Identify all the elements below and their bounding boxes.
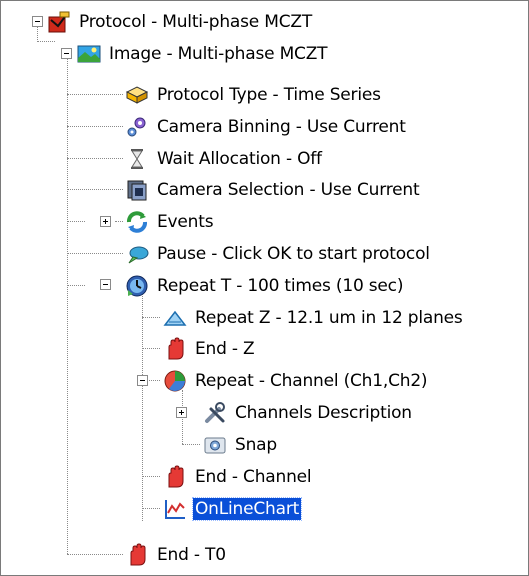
- repeat-z-icon: [163, 306, 187, 330]
- collapse-repeat-t-toggle[interactable]: [100, 279, 111, 290]
- tree-node-label: Camera Selection - Use Current: [157, 179, 420, 200]
- tree-node-end-z[interactable]: End - Z: [163, 333, 257, 364]
- tree-node-label: Camera Binning - Use Current: [157, 116, 406, 137]
- stop-hand-icon: [125, 542, 149, 567]
- tree-line: [67, 48, 68, 554]
- tree-node-image[interactable]: Image - Multi-phase MCZT: [77, 38, 329, 69]
- tree-line: [67, 189, 123, 190]
- image-icon: [77, 42, 101, 66]
- tree-node-repeat-channel[interactable]: Repeat - Channel (Ch1,Ch2): [163, 365, 429, 396]
- repeat-time-icon: [125, 274, 149, 298]
- stop-hand-icon: [163, 464, 187, 489]
- collapse-protocol-toggle[interactable]: [32, 16, 43, 27]
- tree-node-end-t0[interactable]: End - T0: [125, 539, 228, 570]
- tree-line: [182, 444, 200, 445]
- tree-node-pause[interactable]: Pause - Click OK to start protocol: [125, 238, 432, 269]
- tree-node-label: Image - Multi-phase MCZT: [109, 43, 328, 64]
- tree-node-events[interactable]: Events: [125, 206, 215, 237]
- tree-node-repeat-t[interactable]: Repeat T - 100 times (10 sec): [125, 270, 405, 301]
- tree-line: [142, 348, 160, 349]
- repeat-channel-icon: [163, 369, 187, 393]
- expand-events-toggle[interactable]: [100, 216, 111, 227]
- tree-line: [142, 508, 160, 509]
- protocol-tree-panel: Protocol - Multi-phase MCZT Image - Mult…: [0, 0, 529, 576]
- tree-node-repeat-z[interactable]: Repeat Z - 12.1 um in 12 planes: [163, 302, 465, 333]
- hourglass-icon: [125, 147, 149, 171]
- tree-line: [115, 221, 123, 222]
- tree-node-camera-binning[interactable]: Camera Binning - Use Current: [125, 111, 408, 142]
- camera-binning-icon: [125, 115, 149, 139]
- tree-node-end-channel[interactable]: End - Channel: [163, 461, 313, 492]
- tree-line: [67, 253, 123, 254]
- chart-icon: [163, 497, 187, 521]
- tree-node-online-chart[interactable]: OnLineChart: [163, 493, 303, 524]
- tree-node-label: End - Z: [195, 338, 255, 359]
- camera-selection-icon: [125, 178, 149, 202]
- events-icon: [125, 210, 149, 234]
- tree-node-snap[interactable]: Snap: [203, 429, 279, 460]
- tree-node-protocol-type[interactable]: Protocol Type - Time Series: [125, 79, 383, 110]
- tree-node-camera-selection[interactable]: Camera Selection - Use Current: [125, 174, 421, 205]
- stop-hand-icon: [163, 336, 187, 361]
- tree-line: [67, 158, 123, 159]
- tree-node-label: Repeat Z - 12.1 um in 12 planes: [195, 307, 463, 328]
- protocol-icon: [47, 10, 71, 34]
- tree-node-protocol[interactable]: Protocol - Multi-phase MCZT: [47, 6, 314, 37]
- tree-node-label: Pause - Click OK to start protocol: [157, 243, 430, 264]
- tree-node-channels-description[interactable]: Channels Description: [203, 397, 414, 428]
- snap-camera-icon: [203, 433, 227, 457]
- tree-line: [67, 94, 123, 95]
- tree-node-label: OnLineChart: [191, 496, 303, 521]
- expand-channels-description-toggle[interactable]: [176, 407, 187, 418]
- tree-node-label: Repeat T - 100 times (10 sec): [157, 275, 404, 296]
- tree-line: [67, 221, 85, 222]
- tree-line: [67, 554, 123, 555]
- tree-node-wait-allocation[interactable]: Wait Allocation - Off: [125, 143, 324, 174]
- tree-line: [67, 126, 123, 127]
- tree-line: [142, 476, 160, 477]
- protocol-type-icon: [125, 83, 149, 107]
- collapse-repeat-channel-toggle[interactable]: [137, 375, 148, 386]
- tree-node-label: Channels Description: [235, 402, 412, 423]
- tree-node-label: Protocol Type - Time Series: [157, 84, 381, 105]
- tree-node-label: End - T0: [157, 544, 226, 565]
- tree-node-label: Repeat - Channel (Ch1,Ch2): [195, 370, 428, 391]
- pause-icon: [125, 242, 149, 266]
- collapse-image-toggle[interactable]: [61, 48, 72, 59]
- tree-node-label: Wait Allocation - Off: [157, 148, 322, 169]
- tree-node-label: Protocol - Multi-phase MCZT: [79, 11, 313, 32]
- tree-line: [142, 317, 160, 318]
- tree-line: [67, 285, 85, 286]
- tree-node-label: Snap: [235, 434, 277, 455]
- tree-node-label: Events: [157, 211, 214, 232]
- tree-line: [37, 41, 55, 42]
- tree-line: [142, 294, 143, 521]
- tools-icon: [203, 401, 227, 425]
- tree-node-label: End - Channel: [195, 466, 312, 487]
